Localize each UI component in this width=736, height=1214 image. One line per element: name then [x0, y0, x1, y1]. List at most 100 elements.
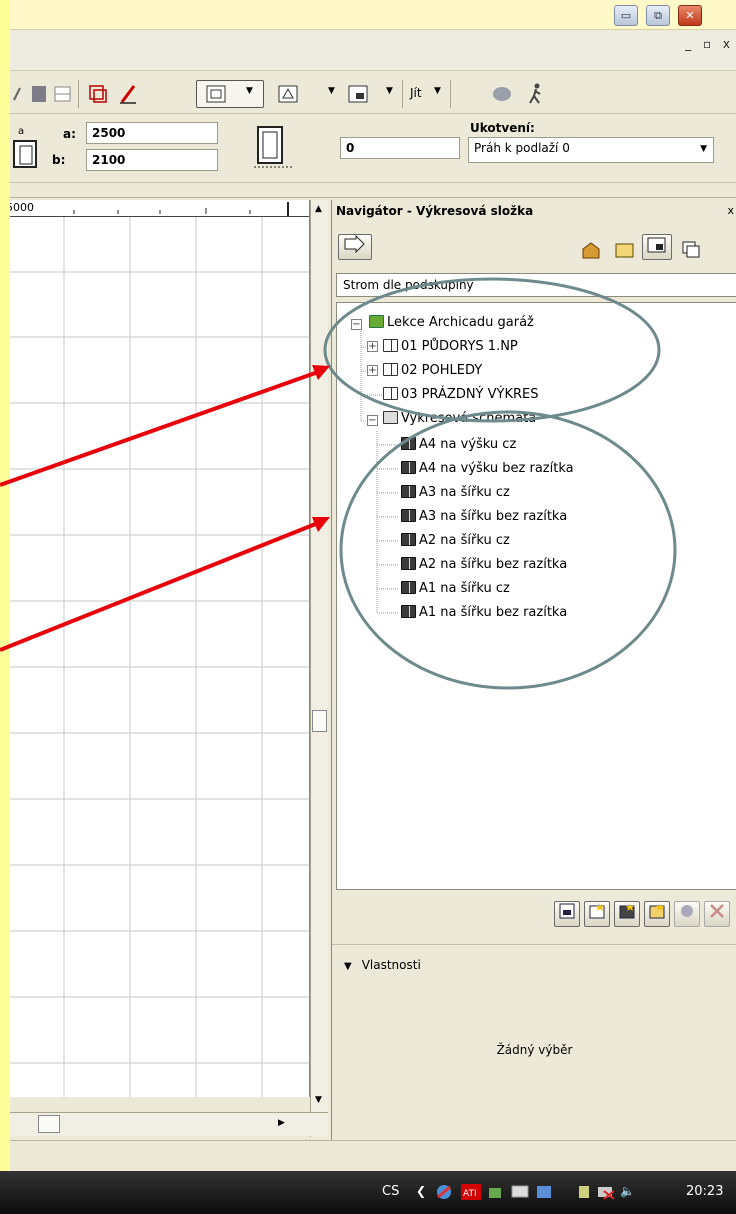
tree-item-label: 03 PRÁZDNÝ VÝKRES — [401, 387, 539, 402]
anchor-select-value: Práh k podlaží 0 — [474, 141, 570, 155]
scroll-down-icon[interactable]: ▼ — [315, 1095, 322, 1105]
pencil-icon[interactable] — [116, 82, 140, 106]
tree-item-label: 02 POHLEDY — [401, 363, 483, 378]
tree-item-master[interactable]: A2 na šířku cz — [401, 530, 510, 552]
tree-item-master-layouts[interactable]: Výkresová schemata — [383, 408, 536, 430]
device-icon[interactable] — [486, 1183, 506, 1201]
usb-icon[interactable] — [574, 1183, 594, 1201]
archicad-window: ▭ ⧉ ✕ _ ▫ x ▼ ▼ ▼ Jít ▼ a a: 2500 b: 210… — [10, 0, 736, 1171]
master-layout-icon — [401, 605, 416, 618]
layout-book-button[interactable] — [642, 234, 672, 260]
properties-divider — [332, 944, 736, 945]
chevron-down-icon[interactable]: ▼ — [328, 86, 335, 96]
title-bar: ▭ ⧉ ✕ — [10, 0, 736, 30]
new-subset-icon — [649, 903, 665, 919]
clock[interactable]: 20:23 — [686, 1184, 723, 1199]
publish-button[interactable] — [338, 234, 372, 260]
orbit-icon[interactable] — [490, 82, 514, 106]
properties-header[interactable]: ▼ Vlastnosti — [344, 958, 421, 972]
tree-item-group[interactable]: 02 POHLEDY — [383, 360, 482, 382]
height-field[interactable]: 2100 — [86, 149, 218, 171]
properties-label: Vlastnosti — [361, 958, 421, 972]
close-button[interactable]: ✕ — [678, 5, 702, 26]
anchor-label: Ukotvení: — [470, 121, 535, 135]
project-map-icon[interactable] — [580, 240, 602, 260]
tree-item-label: A4 na výšku bez razítka — [419, 461, 574, 476]
master-layout-icon — [401, 437, 416, 450]
open-button[interactable] — [554, 901, 580, 927]
chevron-down-icon[interactable]: ▼ — [700, 144, 707, 154]
collapse-toggle[interactable]: − — [351, 319, 362, 330]
layout-window-icon[interactable] — [346, 82, 370, 106]
info-box: a a: 2500 b: 2100 0 Ukotvení: Práh k pod… — [10, 115, 736, 183]
network-icon[interactable] — [434, 1183, 454, 1201]
tree-item-label: A4 na výšku cz — [419, 437, 517, 452]
view-mode-select[interactable]: Strom dle podskupiny — [336, 273, 736, 297]
trace-icon[interactable] — [86, 82, 110, 106]
language-indicator[interactable]: CS — [382, 1184, 399, 1199]
collapse-toggle[interactable]: − — [367, 415, 378, 426]
view-mode-value: Strom dle podskupiny — [343, 278, 474, 292]
vertical-scroll-thumb[interactable] — [312, 710, 327, 732]
delete-icon — [710, 904, 724, 918]
tree-item-group[interactable]: 03 PRÁZDNÝ VÝKRES — [383, 384, 538, 406]
mdi-window-controls[interactable]: _ ▫ x — [685, 37, 734, 51]
tree-item-master[interactable]: A3 na šířku bez razítka — [401, 506, 567, 528]
window-icon — [559, 903, 575, 919]
tree-item-master[interactable]: A1 na šířku cz — [401, 578, 510, 600]
view-map-icon[interactable] — [614, 240, 636, 260]
display-icon[interactable] — [510, 1183, 532, 1201]
sill-height-field[interactable]: 0 — [340, 137, 460, 159]
delete-button[interactable] — [704, 901, 730, 927]
expand-toggle[interactable]: + — [367, 341, 378, 352]
tree-item-master[interactable]: A4 na výšku bez razítka — [401, 458, 574, 480]
restore-button[interactable]: ⧉ — [646, 5, 670, 26]
new-layout-button[interactable] — [584, 901, 610, 927]
taskbar: CS ❮ ATI 🔈 20:23 — [0, 1171, 736, 1214]
anchor-select[interactable]: Práh k podlaží 0 ▼ — [468, 137, 714, 163]
standard-toolbar: ▼ ▼ ▼ Jít ▼ — [10, 72, 736, 114]
tree-item-group[interactable]: 01 PŮDORYS 1.NP — [383, 336, 518, 358]
horizontal-scrollbar[interactable]: ▶ — [10, 1112, 328, 1136]
tree-item-master[interactable]: A3 na šířku cz — [401, 482, 510, 504]
grid-icon[interactable] — [52, 82, 74, 106]
volume-icon[interactable]: 🔈 — [620, 1184, 635, 1198]
floor-plan-icon[interactable] — [204, 82, 228, 106]
width-field[interactable]: 2500 — [86, 122, 218, 144]
grid-lines — [10, 217, 309, 1097]
vertical-scrollbar[interactable]: ▲ ▼ — [310, 200, 328, 1137]
new-master-button[interactable] — [614, 901, 640, 927]
toolbar-separator — [78, 80, 79, 108]
chevron-down-icon[interactable]: ▼ — [386, 86, 393, 96]
3d-window-icon[interactable] — [276, 82, 300, 106]
new-subset-button[interactable] — [644, 901, 670, 927]
network-disconnected-icon[interactable] — [596, 1183, 616, 1201]
tree-item-master[interactable]: A1 na šířku bez razítka — [401, 602, 567, 624]
width-label: a: — [63, 127, 76, 141]
tree-root[interactable]: Lekce Archicadu garáž — [369, 312, 534, 334]
layout-book-icon — [369, 315, 384, 328]
door-dimension-icon: a — [13, 126, 37, 168]
scroll-up-icon[interactable]: ▲ — [315, 204, 322, 214]
layer-tool-icon[interactable] — [10, 82, 50, 106]
ati-icon[interactable]: ATI — [460, 1183, 482, 1201]
walk-icon[interactable] — [524, 82, 548, 106]
expand-toggle[interactable]: + — [367, 365, 378, 376]
horizontal-scroll-thumb[interactable] — [38, 1115, 60, 1133]
scroll-right-icon[interactable]: ▶ — [278, 1118, 285, 1128]
floor-plan-canvas[interactable]: 5000 — [10, 200, 310, 1097]
update-icon[interactable] — [534, 1183, 554, 1201]
chevron-down-icon[interactable]: ▼ — [434, 86, 441, 96]
toolbar-separator — [450, 80, 451, 108]
tree-item-master[interactable]: A4 na výšku cz — [401, 434, 516, 456]
publisher-sets-icon[interactable] — [680, 240, 702, 260]
close-icon[interactable]: x — [727, 204, 734, 217]
new-layout-icon — [589, 903, 605, 919]
chevron-down-icon[interactable]: ▼ — [246, 86, 253, 96]
chevron-left-icon[interactable]: ❮ — [416, 1184, 426, 1198]
navigator-toolbar — [332, 230, 736, 266]
settings-button[interactable] — [674, 901, 700, 927]
goto-button[interactable]: Jít — [410, 86, 422, 110]
minimize-button[interactable]: ▭ — [614, 5, 638, 26]
tree-item-master[interactable]: A2 na šířku bez razítka — [401, 554, 567, 576]
